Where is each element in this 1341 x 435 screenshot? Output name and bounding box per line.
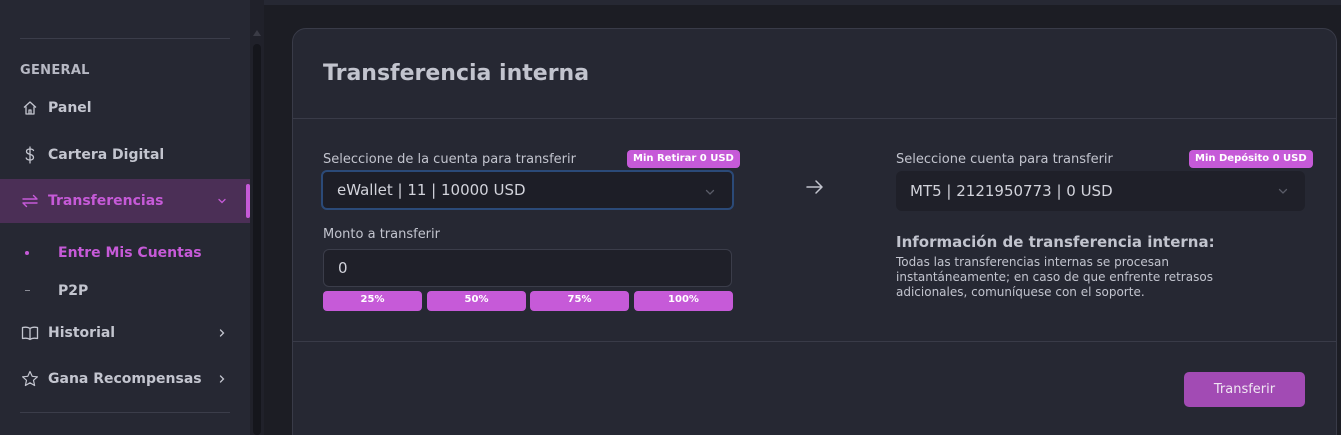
divider [293,118,1336,119]
from-account-value: eWallet | 11 | 10000 USD [337,181,526,199]
sidebar-section-heading: GENERAL [20,63,90,78]
from-account-select[interactable]: eWallet | 11 | 10000 USD [321,170,734,210]
preset-100-button[interactable]: 100% [634,291,733,311]
sidebar-item-gana-recompensas[interactable]: Gana Recompensas [0,357,250,401]
arrow-right-icon [806,180,823,194]
sidebar-item-label: Transferencias [48,193,164,209]
info-title: Información de transferencia interna: [896,233,1215,251]
min-deposit-badge: Min Depósito 0 USD [1189,150,1313,168]
transfer-card: Transferencia interna Seleccione de la c… [292,28,1337,435]
book-icon [20,323,40,343]
home-icon [20,98,40,118]
chevron-down-icon [218,198,226,204]
transfer-button[interactable]: Transferir [1184,372,1305,407]
transfer-icon [20,191,40,211]
to-account-label: Seleccione cuenta para transferir [896,152,1113,167]
sidebar-item-label: Panel [48,100,92,116]
sidebar-item-label: Cartera Digital [48,147,165,163]
info-text: Todas las transferencias internas se pro… [896,255,1213,299]
amount-label: Monto a transferir [323,227,440,242]
star-icon [20,369,40,389]
dollar-icon [20,145,40,165]
sidebar-item-label: Historial [48,325,116,341]
min-withdraw-badge: Min Retirar 0 USD [627,150,740,168]
from-account-label: Seleccione de la cuenta para transferir [323,152,576,167]
chevron-down-icon [1278,188,1288,194]
scroll-up-arrow-icon[interactable] [253,30,261,36]
sidebar-item-historial[interactable]: Historial [0,311,250,355]
amount-input[interactable]: 0 [323,249,732,287]
chevron-right-icon [219,375,225,383]
chevron-down-icon [705,189,715,195]
sidebar-divider [20,38,230,39]
to-account-select[interactable]: MT5 | 2121950773 | 0 USD [896,171,1305,211]
sidebar-item-label: Gana Recompensas [48,371,202,387]
sidebar-subitem-entre-mis-cuentas[interactable]: Entre Mis Cuentas [58,245,202,261]
preset-75-button[interactable]: 75% [530,291,629,311]
sidebar-item-cartera-digital[interactable]: Cartera Digital [0,133,250,177]
active-subitem-dot [25,251,29,255]
subitem-dash [25,290,30,291]
sidebar-divider [20,412,230,413]
to-account-value: MT5 | 2121950773 | 0 USD [910,182,1113,200]
amount-value: 0 [338,259,348,277]
preset-50-button[interactable]: 50% [427,291,526,311]
sidebar-item-transferencias[interactable]: Transferencias [0,179,250,223]
scrollbar-thumb[interactable] [253,44,261,435]
chevron-right-icon [219,329,225,337]
sidebar-subitem-p2p[interactable]: P2P [58,283,88,299]
divider [293,341,1336,342]
top-bar [264,0,1341,5]
page-title: Transferencia interna [323,61,590,86]
preset-25-button[interactable]: 25% [323,291,422,311]
sidebar: GENERAL Panel Cartera Digital Transferen… [0,0,250,435]
sidebar-item-panel[interactable]: Panel [0,86,250,130]
